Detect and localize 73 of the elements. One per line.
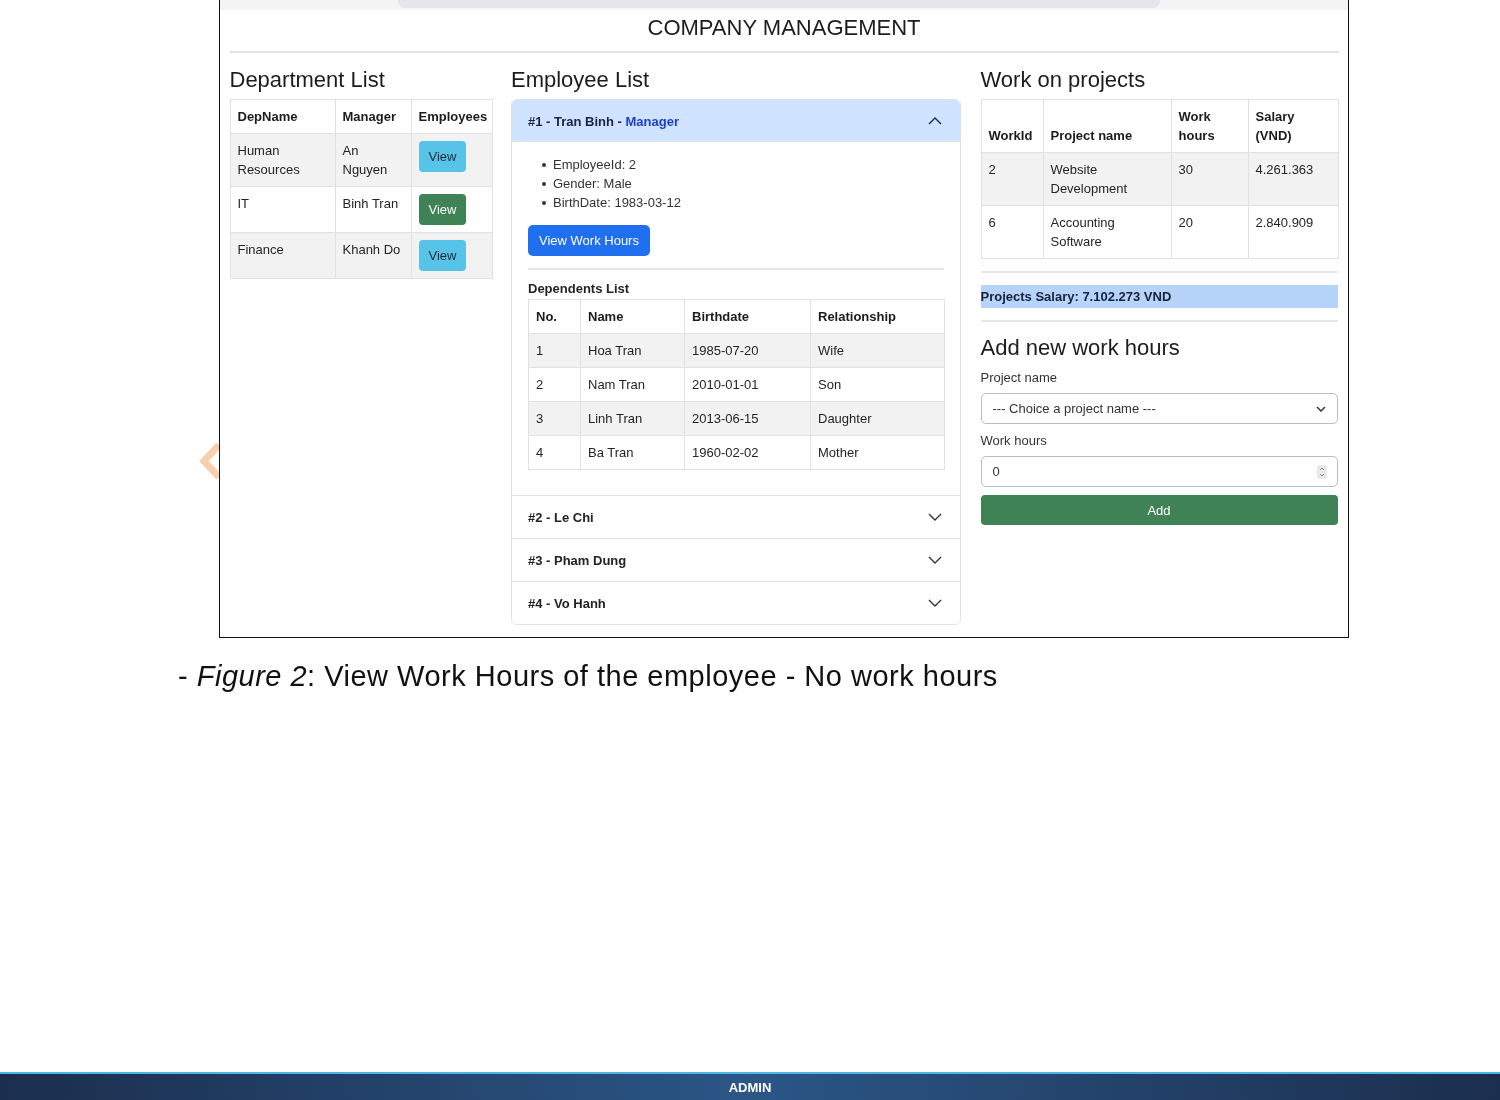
section-heading: Work on projects (980, 67, 1146, 93)
column-header: Work hours (1171, 99, 1248, 153)
work-hours-input[interactable]: 0 (980, 456, 1338, 487)
table-cell: Finance (230, 232, 335, 279)
subsection-heading: Dependents List (528, 280, 630, 298)
section-heading: Department List (229, 67, 385, 93)
spinner-icon[interactable] (1316, 464, 1327, 479)
table-cell: 2010-01-01 (684, 367, 811, 402)
column-header: Name (580, 299, 685, 334)
column-header: Relationship (810, 299, 945, 334)
table-cell: 2013-06-15 (684, 401, 811, 436)
section-heading: Employee List (511, 67, 650, 93)
table-cell: Son (810, 367, 945, 402)
column-header: Project name (1043, 99, 1171, 153)
table-cell: 3 (528, 401, 581, 436)
table-cell: 1 (528, 333, 581, 368)
column-header: Birthdate (684, 299, 811, 334)
column-header: Salary (VND) (1248, 99, 1338, 153)
page-title: COMPANY MANAGEMENT (647, 15, 921, 41)
projects-salary-total: Projects Salary: 7.102.273 VND (980, 285, 1338, 308)
figure-caption: - Figure 2: View Work Hours of the employee - No work hours (178, 659, 998, 693)
table-cell: 4 (528, 435, 581, 470)
table-cell: Website Development (1043, 152, 1171, 206)
detail-text: EmployeeId: 2 (553, 156, 637, 174)
table-cell: Accounting Software (1043, 205, 1171, 259)
table-cell: Daughter (810, 401, 945, 436)
table-cell: Khanh Do (335, 232, 411, 279)
bullet-icon (542, 181, 546, 186)
column-header: WorkId (981, 99, 1043, 153)
table-cell: 2 (528, 367, 581, 402)
chevron-down-icon (928, 513, 942, 521)
chevron-down-icon (1315, 405, 1326, 412)
view-button[interactable]: View (418, 141, 467, 172)
table-cell: 6 (981, 205, 1043, 259)
column-header: Manager (335, 99, 411, 134)
view-button[interactable]: View (418, 240, 467, 271)
chevron-up-icon (928, 117, 942, 125)
table-cell: Linh Tran (580, 401, 685, 436)
table-cell: Mother (810, 435, 945, 470)
column-header: No. (528, 299, 581, 334)
column-header: Employees (411, 99, 492, 134)
column-header: DepName (230, 99, 335, 134)
bullet-icon (542, 200, 546, 205)
table-cell: Binh Tran (335, 186, 411, 233)
accordion-header[interactable]: #1 - Tran Binh - Manager (512, 100, 960, 142)
table-cell: Ba Tran (580, 435, 685, 470)
field-label: Work hours (980, 432, 1047, 450)
table-cell: 1985-07-20 (684, 333, 811, 368)
table-cell: 20 (1171, 205, 1248, 259)
table-cell: Wife (810, 333, 945, 368)
table-cell: 2 (981, 152, 1043, 206)
table-cell: 4.261.363 (1248, 152, 1338, 206)
view-work-hours-button[interactable]: View Work Hours (528, 225, 650, 256)
footer-label: ADMIN (728, 1079, 772, 1095)
chevron-left-icon[interactable] (198, 442, 220, 480)
chevron-down-icon (928, 556, 942, 564)
field-label: Project name (980, 369, 1058, 387)
add-button[interactable]: Add (980, 495, 1338, 525)
form-heading: Add new work hours (980, 335, 1180, 361)
project-select[interactable]: --- Choice a project name --- (980, 393, 1338, 424)
table-cell: 1960-02-02 (684, 435, 811, 470)
bullet-icon (542, 162, 546, 167)
table-cell: Human Resources (230, 133, 335, 187)
table-cell: 2.840.909 (1248, 205, 1338, 259)
table-cell: An Nguyen (335, 133, 411, 187)
table-cell: 30 (1171, 152, 1248, 206)
detail-text: BirthDate: 1983-03-12 (553, 194, 681, 212)
detail-text: Gender: Male (553, 175, 632, 193)
table-cell: IT (230, 186, 335, 233)
table-cell: Nam Tran (580, 367, 685, 402)
chevron-down-icon (928, 599, 942, 607)
table-cell: Hoa Tran (580, 333, 685, 368)
view-button[interactable]: View (418, 194, 467, 225)
